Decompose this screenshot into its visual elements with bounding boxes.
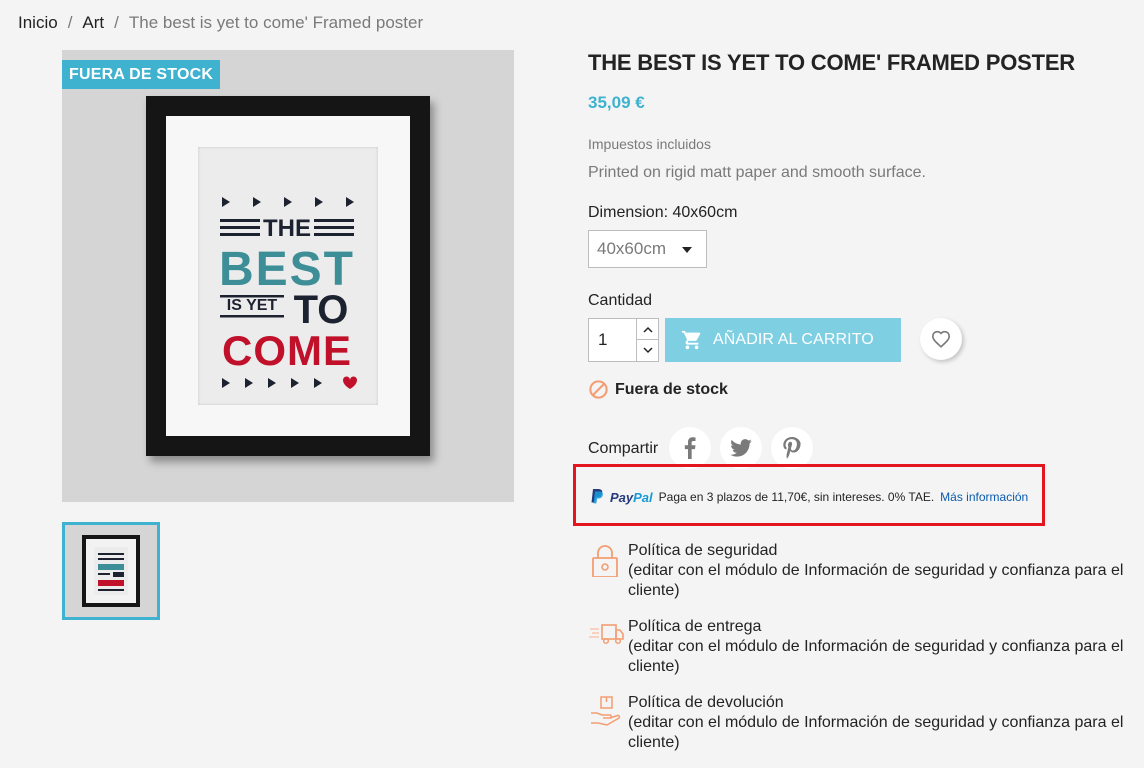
wishlist-button[interactable] xyxy=(920,318,962,360)
breadcrumb-separator: / xyxy=(114,13,119,32)
product-price: 35,09 € xyxy=(588,93,645,112)
quantity-stepper xyxy=(636,318,659,362)
return-hand-box-icon xyxy=(591,696,621,726)
thumbnail-frame xyxy=(82,535,140,607)
paypal-logo: PayPal xyxy=(610,489,653,505)
thumbnail-mat xyxy=(86,539,136,603)
breadcrumb-art-link[interactable]: Art xyxy=(82,13,104,33)
block-icon xyxy=(589,380,608,399)
shopping-cart-icon xyxy=(681,330,701,350)
poster-the: THE xyxy=(263,215,311,242)
product-main-image[interactable]: THE BEST IS YET TO COME FUERA DE STOCK xyxy=(62,50,514,502)
reassurance-text: (editar con el módulo de Información de … xyxy=(628,714,1124,751)
reassurance-text: (editar con el módulo de Información de … xyxy=(628,638,1124,675)
paypal-icon xyxy=(591,489,603,504)
quantity-decrease-button[interactable] xyxy=(637,340,658,361)
paypal-message: Paga en 3 plazos de 11,70€, sin interese… xyxy=(658,490,935,504)
poster-artwork-graphic: THE BEST IS YET TO COME xyxy=(219,197,357,389)
quantity-label: Cantidad xyxy=(588,292,653,309)
availability-text: Fuera de stock xyxy=(615,380,728,398)
chevron-up-icon xyxy=(642,326,653,333)
facebook-icon xyxy=(684,437,696,459)
availability-status: Fuera de stock xyxy=(588,379,728,400)
poster-frame: THE BEST IS YET TO COME xyxy=(146,96,430,456)
paypal-installments-banner: PayPal Paga en 3 plazos de 11,70€, sin i… xyxy=(573,464,1045,526)
chevron-down-icon xyxy=(642,347,653,354)
quantity-input[interactable]: 1 xyxy=(588,318,637,362)
reassurance-title: Política de seguridad xyxy=(628,542,778,559)
out-of-stock-flag: FUERA DE STOCK xyxy=(62,60,221,89)
breadcrumb: Inicio / Art / The best is yet to come' … xyxy=(18,13,423,33)
reassurance-delivery: Política de entrega (editar con el módul… xyxy=(588,617,1128,677)
reassurance-text: (editar con el módulo de Información de … xyxy=(628,562,1124,599)
add-to-cart-button[interactable]: AÑADIR AL CARRITO xyxy=(665,318,901,362)
breadcrumb-home-link[interactable]: Inicio xyxy=(18,13,58,33)
caret-down-icon xyxy=(682,247,692,253)
reassurance-title: Política de entrega xyxy=(628,618,762,635)
share-facebook-button[interactable] xyxy=(669,427,711,469)
reassurance-title: Política de devolución xyxy=(628,694,784,711)
paypal-message-row: PayPal Paga en 3 plazos de 11,70€, sin i… xyxy=(590,489,1028,505)
delivery-truck-icon xyxy=(589,624,624,645)
breadcrumb-separator: / xyxy=(67,13,73,32)
reassurance-security: Política de seguridad (editar con el mód… xyxy=(588,541,1128,601)
product-title: THE BEST IS YET TO COME' FRAMED POSTER xyxy=(588,50,1075,75)
poster-to: TO xyxy=(294,288,349,332)
poster-mat: THE BEST IS YET TO COME xyxy=(166,116,410,436)
dimension-label: Dimension: 40x60cm xyxy=(588,204,738,221)
share-label: Compartir xyxy=(588,440,659,457)
security-lock-icon xyxy=(592,545,618,577)
pinterest-icon xyxy=(783,437,801,459)
twitter-icon xyxy=(730,439,752,457)
reassurance-returns: Política de devolución (editar con el mó… xyxy=(588,693,1128,753)
heart-outline-icon xyxy=(931,330,951,348)
poster-come: COME xyxy=(222,327,352,374)
dimension-select-value: 40x60cm xyxy=(597,239,666,258)
thumbnail-artwork xyxy=(94,547,128,595)
poster-is-yet: IS YET xyxy=(227,297,278,314)
product-description: Printed on rigid matt paper and smooth s… xyxy=(588,164,926,181)
tax-note: Impuestos incluidos xyxy=(588,136,711,152)
share-pinterest-button[interactable] xyxy=(771,427,813,469)
product-thumbnail[interactable] xyxy=(62,522,160,620)
share-twitter-button[interactable] xyxy=(720,427,762,469)
quantity-increase-button[interactable] xyxy=(637,319,658,340)
poster-artwork: THE BEST IS YET TO COME xyxy=(198,147,378,405)
breadcrumb-current: The best is yet to come' Framed poster xyxy=(128,13,424,32)
dimension-select[interactable]: 40x60cm xyxy=(588,230,707,268)
paypal-more-info-link[interactable]: Más información xyxy=(940,490,1028,504)
add-to-cart-label: AÑADIR AL CARRITO xyxy=(713,331,874,348)
